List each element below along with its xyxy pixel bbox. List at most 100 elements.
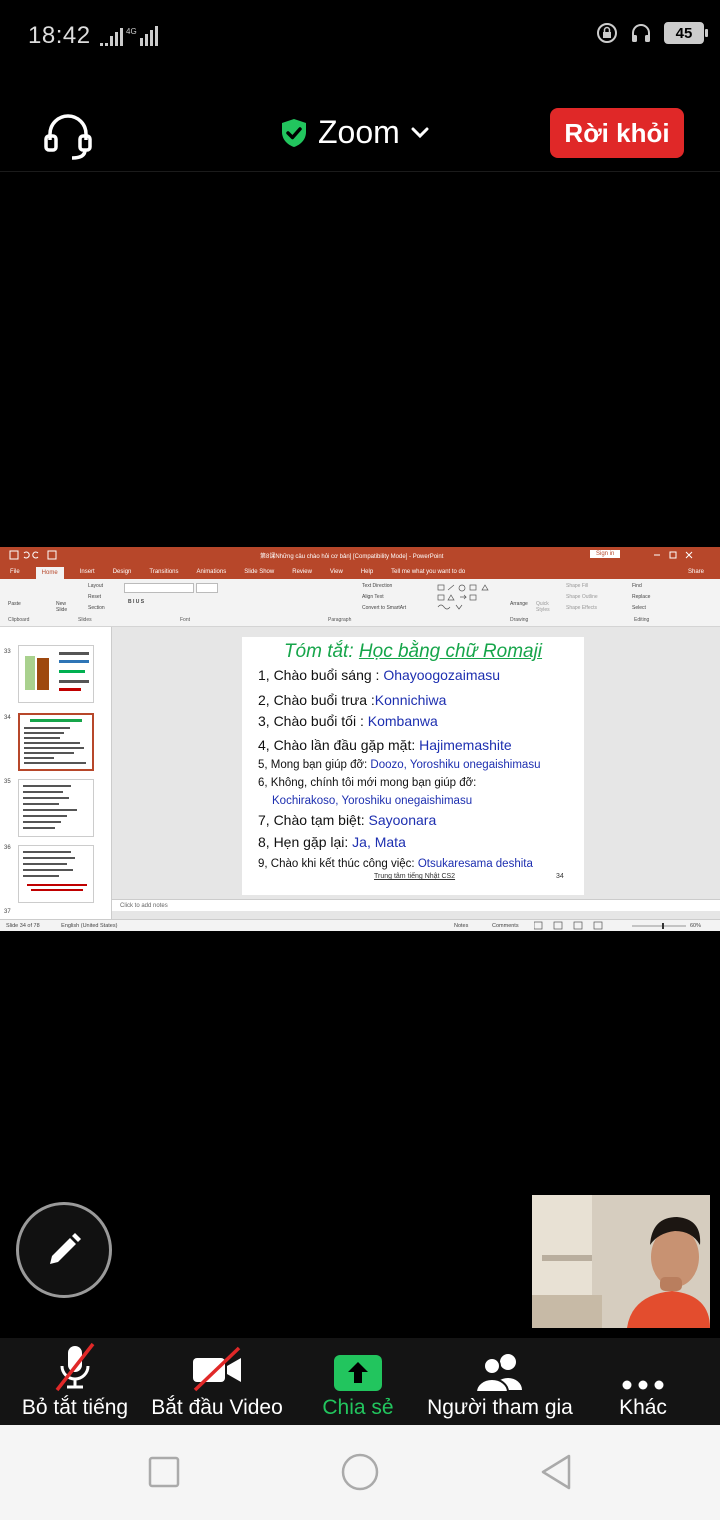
pp-reset[interactable]: Reset [88, 594, 101, 600]
meeting-header: Zoom Rời khỏi [0, 92, 720, 172]
slide-page-number: 34 [556, 873, 564, 880]
leave-button[interactable]: Rời khỏi [550, 108, 684, 158]
pp-group-label: Font [180, 617, 191, 623]
meeting-title-dropdown[interactable]: Zoom [280, 114, 430, 151]
self-video-thumbnail[interactable] [532, 1195, 710, 1328]
slide-line: 8, Hẹn gặp lại: Ja, Mata [258, 834, 406, 850]
unmute-button[interactable]: Bỏ tắt tiếng [10, 1338, 140, 1425]
zoom-level[interactable]: 60% [690, 920, 701, 931]
pp-smartart[interactable]: Convert to SmartArt [362, 605, 406, 611]
pp-new-slide[interactable]: New Slide [56, 601, 76, 613]
pp-status-bar: Slide 34 of 78 English (United States) N… [0, 919, 720, 931]
recents-icon[interactable] [147, 1455, 181, 1489]
pp-shape-outline[interactable]: Shape Outline [566, 594, 598, 600]
pp-tab-active[interactable]: Home [35, 567, 64, 579]
pp-tab[interactable]: Insert [78, 567, 97, 579]
shield-check-icon [282, 118, 306, 147]
slide-title-prefix: Tóm tắt: [283, 641, 359, 662]
slide-thumbnail[interactable] [18, 645, 94, 703]
pp-tab[interactable]: File [8, 567, 22, 579]
slide-line: 1, Chào buổi sáng : Ohayoogozaimasu [258, 667, 501, 683]
thumb-number: 36 [4, 845, 11, 851]
pp-quick-styles[interactable]: Quick Styles [536, 601, 556, 613]
pp-section[interactable]: Section [88, 605, 105, 611]
view-buttons-icon[interactable] [534, 920, 624, 931]
mic-muted-icon [55, 1342, 95, 1392]
start-video-label: Bắt đầu Video [151, 1396, 283, 1419]
pp-select[interactable]: Select [632, 605, 646, 611]
pp-font-size-select[interactable] [196, 583, 218, 593]
screen: { "status_bar": { "time": "18:42", "netw… [0, 0, 720, 1520]
pp-shapes-gallery-icon[interactable] [436, 583, 502, 615]
slide-thumbnail[interactable] [18, 845, 94, 903]
pp-share[interactable]: Share [686, 567, 706, 579]
pp-find[interactable]: Find [632, 583, 642, 589]
comments-toggle[interactable]: Comments [492, 920, 519, 931]
window-controls-icon [654, 551, 693, 559]
thumbnail-image [23, 851, 87, 891]
pp-title-bar: 第8课Những câu chào hỏi cơ bản] [Compatibi… [0, 547, 720, 563]
slide-thumbnail-selected[interactable] [18, 713, 94, 771]
slide-line: 6, Không, chính tôi mới mong bạn giúp đỡ… [258, 777, 477, 789]
pp-tab[interactable]: Animations [195, 567, 229, 579]
unmute-label: Bỏ tắt tiếng [21, 1396, 129, 1419]
more-button[interactable]: Khác [598, 1338, 688, 1425]
pp-window-title: 第8课Những câu chào hỏi cơ bản] [Compatibi… [260, 554, 444, 560]
pp-replace[interactable]: Replace [632, 594, 650, 600]
pp-tab[interactable]: Design [111, 567, 134, 579]
slide-line: Kochirakoso, Yoroshiku onegaishimasu [272, 795, 473, 807]
slide-line: 3, Chào buổi tối : Kombanwa [258, 713, 438, 729]
slide-line: 2, Chào buổi trưa :Konnichiwa [258, 692, 447, 708]
language-indicator: English (United States) [61, 923, 118, 929]
pp-tab[interactable]: Slide Show [242, 567, 276, 579]
annotate-button[interactable] [16, 1202, 112, 1298]
home-icon[interactable] [340, 1452, 380, 1492]
start-video-button[interactable]: Bắt đầu Video [146, 1338, 288, 1425]
meeting-toolbar: Bỏ tắt tiếng Bắt đầu Video Chia sẻ Người… [0, 1338, 720, 1425]
slide-thumbnail[interactable] [18, 779, 94, 837]
thumb-number: 35 [4, 779, 11, 785]
pencil-icon [50, 1233, 81, 1264]
back-icon[interactable] [539, 1453, 573, 1491]
current-slide[interactable]: Tóm tắt: Học bằng chữ Romaji 1, Chào buổ… [242, 637, 584, 895]
audio-switch-icon[interactable] [42, 112, 94, 162]
zoom-slider[interactable] [630, 920, 688, 931]
pp-arrange[interactable]: Arrange [510, 601, 528, 607]
headphones-icon [632, 24, 650, 42]
notes-pane[interactable]: Click to add notes [112, 899, 720, 911]
shared-screen[interactable]: 第8课Những câu chào hỏi cơ bản] [Compatibi… [0, 547, 720, 931]
pp-group-label: Editing [634, 617, 650, 623]
battery-indicator: 45 [664, 22, 708, 44]
slide-title: Tóm tắt: Học bằng chữ Romaji [242, 641, 584, 663]
meeting-title: Zoom [318, 114, 400, 150]
network-label: 4G [126, 27, 137, 36]
participants-button[interactable]: Người tham gia [426, 1338, 574, 1425]
pp-text-direction[interactable]: Text Direction [362, 583, 392, 589]
pp-thumbnail-pane[interactable]: 33 34 35 36 37 [0, 627, 112, 919]
pp-bold-icon[interactable]: B I U S [128, 599, 144, 605]
slide-footer: Trung tâm tiếng Nhật CS2 [374, 873, 456, 880]
pp-tab[interactable]: View [328, 567, 345, 579]
more-icon [622, 1380, 664, 1390]
share-button[interactable]: Chia sẻ [308, 1338, 408, 1425]
android-nav-bar [0, 1425, 720, 1520]
pp-paste[interactable]: Paste [8, 601, 21, 607]
notes-toggle[interactable]: Notes [454, 920, 468, 931]
pp-shape-fill[interactable]: Shape Fill [566, 583, 588, 589]
pp-font-select[interactable] [124, 583, 194, 593]
pp-group-label: Paragraph [328, 617, 352, 623]
pp-shape-effects[interactable]: Shape Effects [566, 605, 597, 611]
pp-tab[interactable]: Review [290, 567, 314, 579]
pp-layout[interactable]: Layout [88, 583, 103, 589]
participants-label: Người tham gia [427, 1396, 573, 1419]
slide-line: 7, Chào tạm biệt: Sayoonara [258, 812, 437, 828]
pp-group-label: Drawing [510, 617, 529, 623]
pp-signin-button[interactable]: Sign in [590, 550, 621, 558]
slide-counter: Slide 34 of 78 [6, 923, 40, 929]
pp-tell-me[interactable]: Tell me what you want to do [389, 567, 467, 579]
pp-tab[interactable]: Help [359, 567, 375, 579]
pp-tab[interactable]: Transitions [147, 567, 180, 579]
pp-align-text[interactable]: Align Text [362, 594, 384, 600]
rotation-lock-icon [597, 23, 617, 43]
share-label: Chia sẻ [322, 1396, 394, 1419]
